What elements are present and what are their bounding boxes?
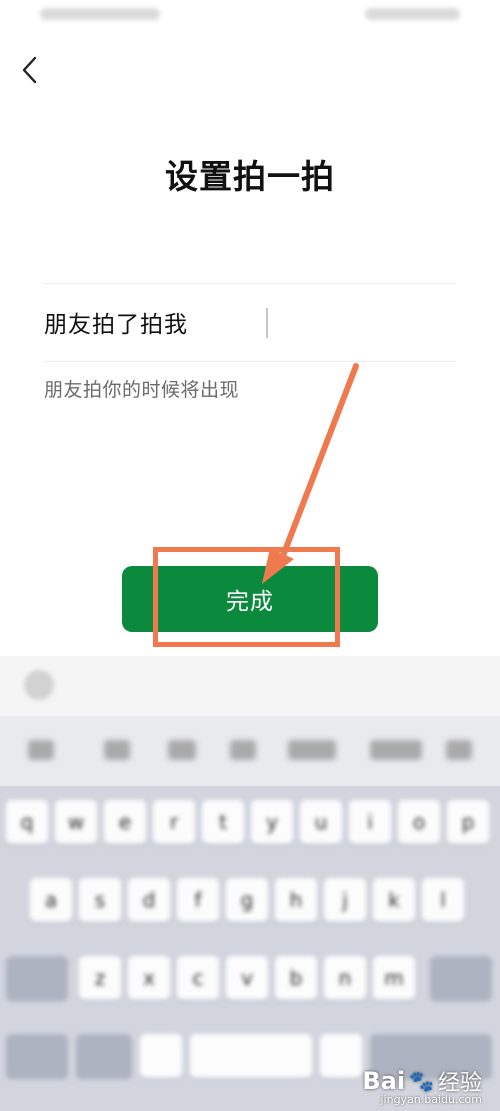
key[interactable]: f [177,878,219,922]
key[interactable]: b [275,956,317,1000]
pat-text-value: 朋友拍了拍我 [44,312,188,338]
key[interactable]: g [226,878,268,922]
key[interactable]: c [177,956,219,1000]
key[interactable]: t [202,800,244,844]
candidate-item[interactable] [230,740,256,760]
key[interactable]: i [349,800,391,844]
hint-text: 朋友拍你的时候将出现 [44,379,240,401]
key[interactable]: n [324,956,366,1000]
key[interactable]: x [128,956,170,1000]
number-switch-key[interactable] [6,1034,68,1078]
paw-icon: 🐾 [409,1069,434,1093]
back-button[interactable] [14,52,46,88]
key[interactable]: a [30,878,72,922]
key[interactable]: m [373,956,415,1000]
keyboard-toolbar [0,656,500,716]
input-bottom-divider [44,361,456,362]
key[interactable]: v [226,956,268,1000]
annotation-highlight-box [153,547,340,647]
key[interactable]: h [275,878,317,922]
comma-key[interactable] [140,1034,182,1078]
key[interactable]: u [300,800,342,844]
backspace-key[interactable] [430,956,492,1000]
key[interactable]: y [251,800,293,844]
candidate-item[interactable] [28,740,54,760]
emoji-icon[interactable] [24,670,54,700]
candidate-bar [0,716,500,786]
key[interactable]: w [55,800,97,844]
key[interactable]: p [447,800,489,844]
candidate-item[interactable] [288,740,336,760]
carrier-info [40,8,160,20]
key[interactable]: j [324,878,366,922]
key[interactable]: z [79,956,121,1000]
pat-text-input[interactable]: 朋友拍了拍我 [44,284,456,360]
chevron-left-icon [22,56,37,84]
space-key[interactable] [190,1034,312,1078]
text-caret [266,308,268,338]
key[interactable]: s [79,878,121,922]
candidate-item[interactable] [104,740,130,760]
page-title: 设置拍一拍 [165,157,335,196]
baidu-jingyan-watermark: Bai 🐾 经验 jingyan.baidu.com [362,1065,482,1106]
shift-key[interactable] [6,956,68,1000]
candidate-item[interactable] [370,740,422,760]
status-bar [0,0,500,36]
key[interactable]: e [104,800,146,844]
key[interactable]: l [422,878,464,922]
key[interactable]: q [6,800,48,844]
period-key[interactable] [320,1034,362,1078]
key[interactable]: r [153,800,195,844]
watermark-site: jingyan.baidu.com [380,1093,482,1106]
candidate-expand-icon[interactable] [446,740,472,760]
key[interactable]: o [398,800,440,844]
keyboard: q w e r t y u i o p a s d f g h j k l z … [0,786,500,1111]
key[interactable]: k [373,878,415,922]
key[interactable]: d [128,878,170,922]
watermark-brand: Bai [362,1067,406,1095]
emoji-switch-key[interactable] [76,1034,132,1078]
battery-time-info [365,8,460,20]
candidate-item[interactable] [168,740,196,760]
